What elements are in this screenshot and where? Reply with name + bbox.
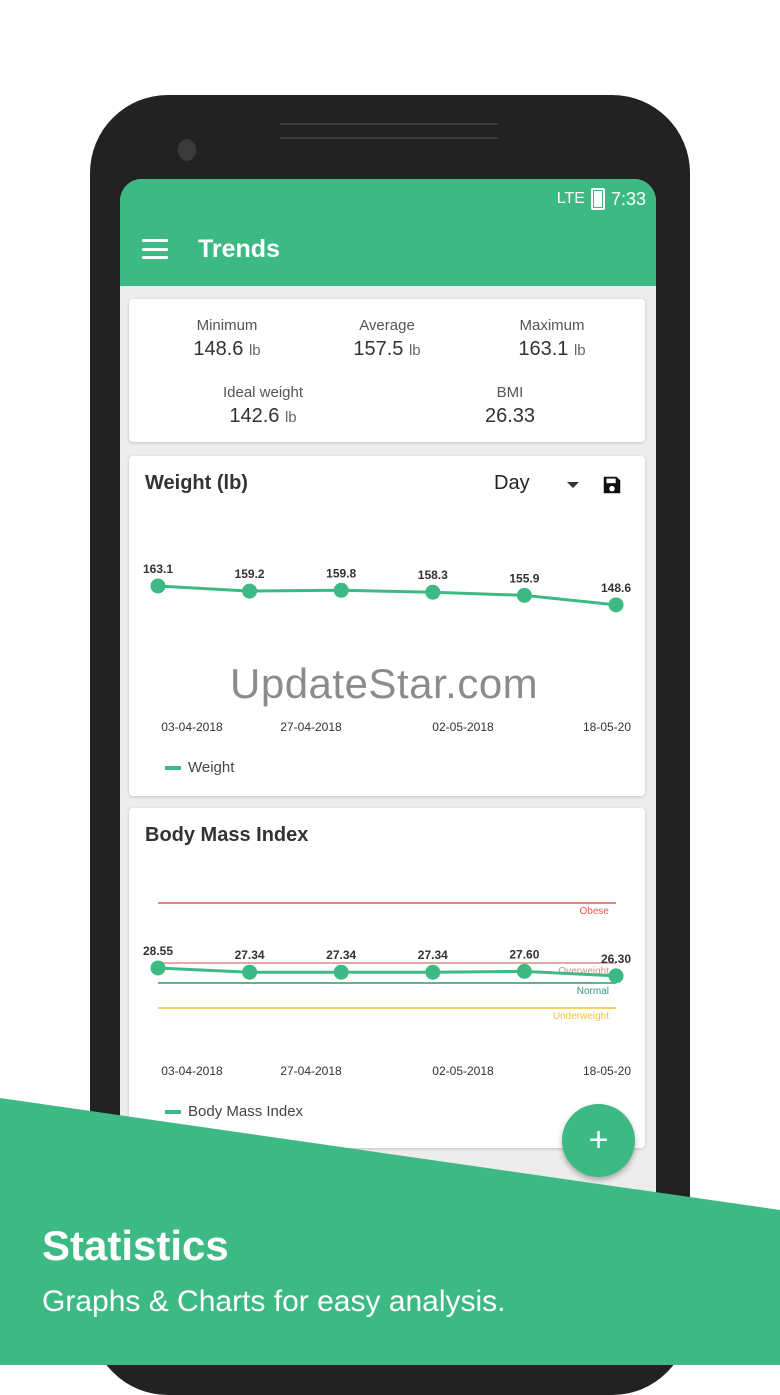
battery-icon <box>590 188 605 210</box>
bmi-chart-card: Body Mass Index Obese Overweight Normal Und… <box>129 808 645 1148</box>
menu-icon[interactable] <box>142 239 168 259</box>
weight-chart: 163.1 159.2 159.8 158.3 155.9 148.6 03-04-2018… <box>143 562 631 734</box>
add-entry-button[interactable]: + <box>562 1104 635 1177</box>
stat-label: Minimum <box>196 317 258 334</box>
data-label: 163.1 <box>143 562 173 576</box>
promo-title: Statistics <box>42 1222 229 1269</box>
x-tick-label: 27-04-2018 <box>280 720 342 734</box>
x-tick-label: 03-04-2018 <box>161 1064 223 1078</box>
data-point <box>608 597 624 613</box>
stat-unit: lb <box>248 342 261 359</box>
series-line <box>157 966 617 978</box>
stat-unit: lb <box>573 342 586 359</box>
data-point <box>333 582 349 598</box>
data-label: 158.3 <box>418 568 448 582</box>
stat-unit: lb <box>284 409 297 426</box>
promo-subtitle: Graphs & Charts for easy analysis. <box>42 1285 506 1318</box>
reference-label: Normal <box>577 986 609 997</box>
weight-chart-card: Weight (lb) Day 163.1 159.2 159.8 158.3 155.… <box>129 456 645 796</box>
stat-label: BMI <box>496 384 524 401</box>
legend-swatch <box>165 1109 181 1114</box>
data-label: 28.55 <box>143 944 173 958</box>
stat-value: 26.33 <box>484 405 536 427</box>
status-bar: LTE 7:33 <box>557 187 646 211</box>
data-point <box>333 964 349 980</box>
watermark: UpdateStar.com <box>230 660 539 707</box>
page-title: Trends <box>198 235 280 263</box>
data-label: 26.30 <box>601 952 631 966</box>
data-point <box>242 964 258 980</box>
stat-value: 148.6 <box>193 338 244 360</box>
reference-label: Underweight <box>553 1011 609 1022</box>
data-label: 159.8 <box>326 566 356 580</box>
x-tick-label: 18-05-20 <box>583 720 631 734</box>
bmi-chart: ObeseOverweightNormalUnderweight28.55 27.… <box>143 902 631 1078</box>
data-point <box>516 587 532 603</box>
reference-label: Obese <box>580 906 610 917</box>
stat-average: Average 157.5 lb <box>307 317 467 361</box>
legend-swatch <box>165 765 181 770</box>
phone-camera <box>178 139 196 161</box>
data-point <box>608 968 624 984</box>
x-tick-label: 18-05-20 <box>583 1064 631 1078</box>
status-time: 7:33 <box>610 188 646 209</box>
stat-bmi: BMI 26.33 <box>430 384 590 428</box>
legend-label: Body Mass Index <box>188 1103 304 1120</box>
data-label: 159.2 <box>235 567 265 581</box>
chart-legend: Body Mass Index <box>165 1103 303 1120</box>
legend-label: Weight <box>188 759 235 776</box>
stat-maximum: Maximum 163.1 lb <box>472 317 632 361</box>
phone-speaker <box>280 123 498 139</box>
x-tick-label: 02-05-2018 <box>432 720 494 734</box>
data-point <box>150 960 166 976</box>
stat-label: Maximum <box>519 317 585 334</box>
stats-card: Minimum 148.6 lb Average 157.5 lb Maximu… <box>129 299 645 442</box>
data-label: 155.9 <box>509 571 539 585</box>
x-tick-label: 02-05-2018 <box>432 1064 494 1078</box>
stat-value: 142.6 <box>229 405 280 427</box>
stat-unit: lb <box>408 342 421 359</box>
data-label: 148.6 <box>601 581 631 595</box>
stat-value: 157.5 <box>353 338 404 360</box>
stat-label: Average <box>359 317 415 334</box>
stat-minimum: Minimum 148.6 lb <box>147 317 307 361</box>
data-label: 27.34 <box>418 948 448 962</box>
x-tick-label: 03-04-2018 <box>161 720 223 734</box>
x-tick-label: 27-04-2018 <box>280 1064 342 1078</box>
data-point <box>425 584 441 600</box>
network-icon: LTE <box>556 190 585 207</box>
stat-ideal-weight: Ideal weight 142.6 lb <box>183 384 343 428</box>
series-line <box>157 584 617 607</box>
app-bar: LTE 7:33 Trends <box>120 179 656 286</box>
data-label: 27.34 <box>326 948 356 962</box>
data-point <box>516 963 532 979</box>
data-point <box>425 964 441 980</box>
chart-legend: Weight <box>165 759 234 776</box>
data-point <box>150 578 166 594</box>
stat-label: Ideal weight <box>222 384 304 401</box>
data-label: 27.60 <box>509 947 539 961</box>
data-label: 27.34 <box>235 948 265 962</box>
stat-value: 163.1 <box>518 338 569 360</box>
data-point <box>242 583 258 599</box>
